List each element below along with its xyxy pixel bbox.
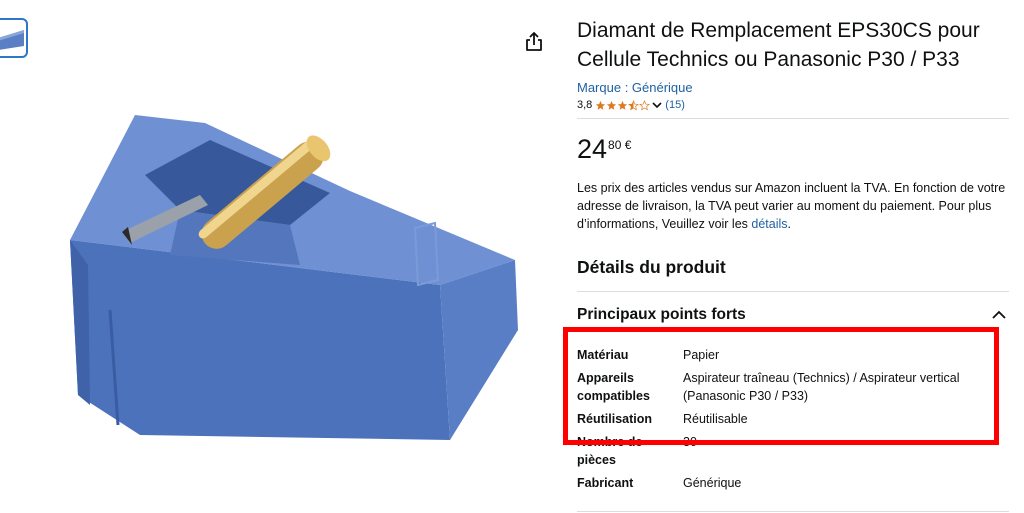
highlights-section-header[interactable]: Principaux points forts: [577, 306, 1009, 324]
price: 24 80 €: [577, 135, 1009, 163]
divider: [577, 291, 1009, 292]
star-full-icon: [618, 100, 628, 110]
chevron-down-icon: [652, 102, 662, 109]
thumbnail-image: [0, 30, 24, 50]
spec-row: Fabricant Générique: [577, 474, 983, 497]
rating-row: 3,8 (15): [577, 99, 1009, 111]
star-full-icon: [607, 100, 617, 110]
divider: [577, 118, 1009, 119]
star-half-icon: [628, 99, 640, 110]
highlight-box: [563, 327, 999, 445]
rating-count-link[interactable]: (15): [665, 99, 685, 111]
brand-link[interactable]: Marque : Générique: [577, 80, 1009, 95]
rating-dropdown[interactable]: [651, 99, 663, 111]
product-image[interactable]: [60, 95, 530, 460]
vat-notice: Les prix des articles vendus sur Amazon …: [577, 179, 1009, 233]
star-rating[interactable]: [595, 99, 651, 111]
vat-details-link[interactable]: détails: [751, 217, 787, 231]
divider: [577, 511, 1009, 512]
vat-end: .: [787, 217, 792, 231]
star-empty-icon: [639, 99, 651, 110]
highlights-title: Principaux points forts: [577, 306, 746, 323]
vat-text: Les prix des articles vendus sur Amazon …: [577, 181, 1006, 231]
collapse-button[interactable]: [989, 305, 1009, 325]
price-fraction: 80 €: [608, 138, 632, 152]
price-whole: 24: [577, 134, 608, 164]
chevron-up-icon: [992, 310, 1006, 319]
spec-label: Fabricant: [577, 476, 634, 490]
details-heading: Détails du produit: [577, 257, 726, 277]
stylus-cartridge-image: [70, 115, 518, 440]
share-button[interactable]: [522, 30, 546, 54]
share-icon: [526, 32, 542, 51]
star-full-icon: [596, 100, 606, 110]
image-thumbnail[interactable]: [0, 18, 28, 58]
spec-value: Générique: [683, 476, 742, 490]
product-title: Diamant de Remplacement EPS30CS pour Cel…: [577, 19, 980, 71]
rating-value: 3,8: [577, 99, 593, 111]
